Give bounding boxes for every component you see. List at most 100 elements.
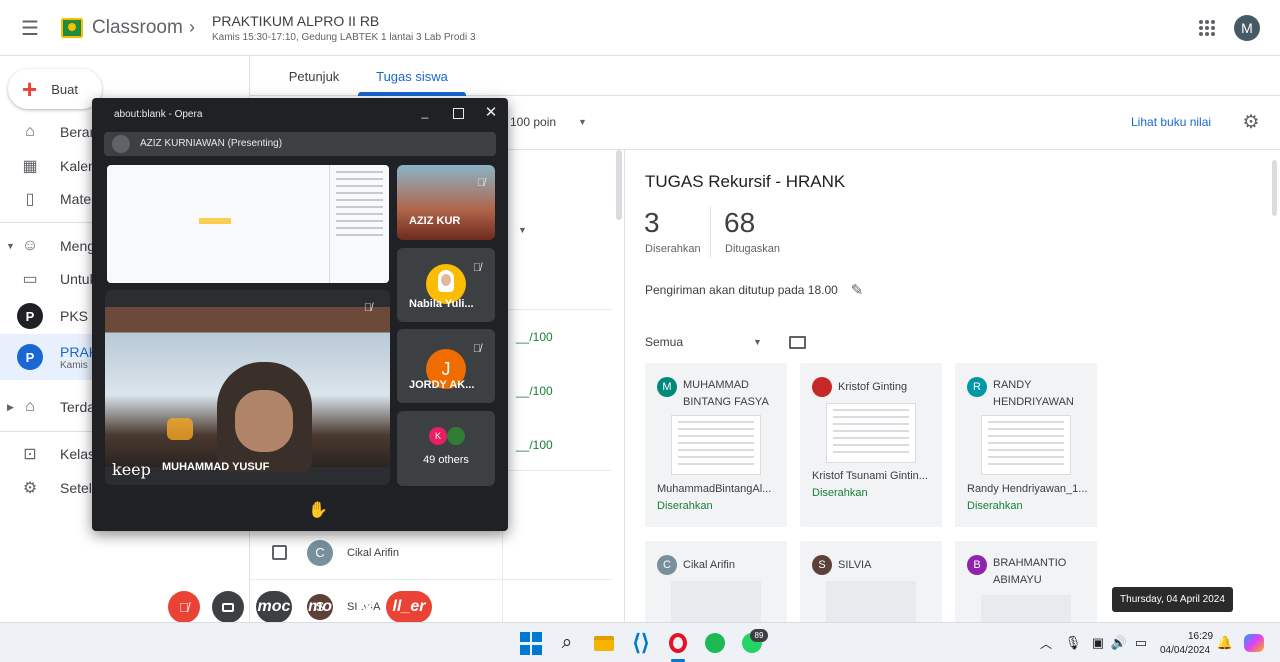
main-video-tile[interactable]: 🎙̸ keep MUHAMMAD YUSUF bbox=[105, 290, 390, 485]
grade-value[interactable]: __/100 bbox=[516, 384, 553, 398]
mic-off-icon: 🎙̸ bbox=[363, 302, 373, 314]
sidebar-item-label: Terda bbox=[60, 399, 96, 415]
participant-tile[interactable]: 🎙̸ J JORDY AK... bbox=[397, 329, 495, 403]
student-avatar: C bbox=[307, 539, 333, 566]
user-avatar[interactable]: M bbox=[1234, 15, 1260, 41]
window-title: about:blank - Opera bbox=[114, 109, 203, 120]
vscode-icon[interactable]: ⟨⟩ bbox=[629, 630, 653, 655]
points-select[interactable]: 100 poin ▼ bbox=[502, 103, 602, 141]
others-tile[interactable]: K 49 others bbox=[397, 411, 495, 486]
expand-icon: ▼ bbox=[6, 241, 15, 251]
app-name[interactable]: Classroom bbox=[92, 17, 183, 39]
book-icon: ▯ bbox=[25, 191, 35, 208]
edit-pencil-icon[interactable]: ✎ bbox=[848, 281, 866, 299]
participant-name: AZIZ KUR bbox=[409, 215, 461, 227]
mic-toggle-button[interactable]: 🎙̸ bbox=[168, 591, 200, 623]
settings-gear-icon[interactable]: ⚙ bbox=[1240, 111, 1262, 133]
close-icon[interactable]: ✕ bbox=[483, 104, 499, 121]
submission-card[interactable]: C Cikal Arifin bbox=[645, 541, 787, 641]
document-thumbnail[interactable] bbox=[671, 415, 761, 475]
gear-icon: ⚙ bbox=[22, 480, 38, 497]
dropdown-arrow-icon: ▼ bbox=[578, 117, 587, 127]
apps-grid-icon[interactable] bbox=[1199, 20, 1215, 36]
assigned-label: Ditugaskan bbox=[725, 243, 781, 255]
tab-instructions[interactable]: Petunjuk bbox=[276, 56, 352, 96]
copilot-icon[interactable] bbox=[1242, 631, 1266, 655]
assigned-count[interactable]: 68 bbox=[724, 207, 755, 239]
participant-name: Nabila Yuli... bbox=[409, 298, 474, 310]
opera-popup-window[interactable]: about:blank - Opera _ ✕ AZIZ KURNIAWAN (… bbox=[92, 98, 508, 623]
clock-date[interactable]: 04/04/2024 bbox=[1160, 645, 1210, 656]
student-name: RANDY HENDRIYAWAN bbox=[993, 379, 1074, 408]
archive-icon: ⊡ bbox=[23, 446, 37, 463]
shared-screen[interactable] bbox=[107, 165, 389, 283]
file-name[interactable]: Kristof Tsunami Gintin... bbox=[812, 470, 938, 482]
file-explorer-icon[interactable] bbox=[592, 631, 616, 655]
file-name[interactable]: Randy Hendriyawan_1... bbox=[967, 483, 1093, 495]
notification-bell-icon[interactable]: 🔔 bbox=[1213, 631, 1237, 655]
submission-card[interactable]: B BRAHMANTIO ABIMAYU bbox=[955, 541, 1097, 655]
dropdown-arrow-icon: ▼ bbox=[753, 337, 762, 347]
grade-value[interactable]: __/100 bbox=[516, 438, 553, 452]
sidebar-item-label: Mater bbox=[60, 191, 96, 207]
menu-icon[interactable]: ☰ bbox=[18, 16, 42, 40]
student-name: Cikal Arifin bbox=[683, 559, 735, 571]
maximize-icon[interactable] bbox=[453, 108, 464, 119]
table-row[interactable]: C Cikal Arifin bbox=[250, 526, 612, 580]
spotify-icon[interactable] bbox=[703, 631, 727, 655]
tab-student-work[interactable]: Tugas siswa bbox=[358, 56, 466, 96]
participant-tile[interactable]: 🎙̸ AZIZ KUR bbox=[397, 165, 495, 240]
student-avatar: B bbox=[967, 555, 987, 575]
speaker-icon[interactable]: 🔊 bbox=[1107, 631, 1131, 655]
more-options-button[interactable]: more_ve bbox=[301, 591, 381, 623]
classroom-logo-icon bbox=[61, 18, 83, 38]
student-avatar: R bbox=[967, 377, 987, 397]
battery-icon[interactable]: ▭ bbox=[1129, 631, 1153, 655]
mood-button[interactable]: moc bbox=[256, 591, 292, 623]
detail-scrollbar[interactable] bbox=[1272, 160, 1277, 216]
status-badge: Diserahkan bbox=[657, 500, 713, 512]
leave-call-button[interactable]: ll_er bbox=[386, 591, 432, 623]
submission-card[interactable]: M MUHAMMAD BINTANG FASYA MuhammadBintang… bbox=[645, 363, 787, 527]
clock-time[interactable]: 16:29 bbox=[1188, 631, 1213, 642]
folder-icon[interactable] bbox=[789, 336, 806, 349]
mic-off-icon: 🎙̸ bbox=[472, 343, 482, 355]
camera-toggle-button[interactable] bbox=[212, 591, 244, 623]
row-checkbox[interactable] bbox=[272, 545, 287, 560]
grade-value[interactable]: __/100 bbox=[516, 330, 553, 344]
student-avatar: M bbox=[657, 377, 677, 397]
school-icon: ⌂ bbox=[25, 398, 35, 415]
sidebar-item-label: Meng bbox=[60, 238, 96, 254]
opera-icon[interactable] bbox=[666, 631, 690, 655]
search-icon[interactable]: ⌕ bbox=[555, 631, 579, 655]
list-scrollbar[interactable] bbox=[616, 150, 622, 220]
document-thumbnail[interactable] bbox=[981, 415, 1071, 475]
taskbar: ⌕ ⟨⟩ 89 ︿ 🎙 ▣ 🔊 ▭ 16:29 04/04/2024 🔔 bbox=[0, 622, 1280, 662]
sidebar-item-label: Kelas bbox=[60, 446, 96, 462]
calendar-icon: ▦ bbox=[22, 158, 38, 175]
document-thumbnail[interactable] bbox=[826, 403, 916, 463]
sort-dropdown-arrow-icon[interactable]: ▼ bbox=[518, 225, 527, 235]
submission-card[interactable]: Kristof Ginting Kristof Tsunami Gintin..… bbox=[800, 363, 942, 527]
mic-off-icon: 🎙̸ bbox=[476, 177, 486, 189]
list-panel-divider bbox=[624, 150, 625, 622]
deadline-text: Pengiriman akan ditutup pada 18.00 bbox=[645, 283, 838, 297]
microphone-icon[interactable]: 🎙 bbox=[1061, 631, 1085, 655]
submitted-count[interactable]: 3 bbox=[644, 207, 660, 239]
participant-tile[interactable]: 🎙̸ Nabila Yuli... bbox=[397, 248, 495, 322]
chevron-up-icon[interactable]: ︿ bbox=[1034, 631, 1058, 655]
filter-select[interactable]: Semua ▼ bbox=[645, 333, 765, 351]
gradebook-link[interactable]: Lihat buku nilai bbox=[1131, 115, 1211, 129]
more-label: more_ve bbox=[308, 598, 374, 615]
windows-start-icon[interactable] bbox=[519, 631, 543, 655]
minimize-icon[interactable]: _ bbox=[418, 104, 432, 120]
sidebar-item-label: Kalen bbox=[60, 158, 96, 174]
create-button[interactable]: + Buat bbox=[8, 69, 102, 109]
course-title[interactable]: PRAKTIKUM ALPRO II RB bbox=[212, 13, 379, 29]
status-badge: Diserahkan bbox=[812, 487, 868, 499]
hand-cursor-icon: ✋ bbox=[308, 502, 328, 519]
file-name[interactable]: MuhammadBintangAl... bbox=[657, 483, 783, 495]
submission-card[interactable]: R RANDY HENDRIYAWAN Randy Hendriyawan_1.… bbox=[955, 363, 1097, 527]
submission-card[interactable]: S SILVIA bbox=[800, 541, 942, 641]
presenter-bar: AZIZ KURNIAWAN (Presenting) bbox=[104, 132, 496, 156]
